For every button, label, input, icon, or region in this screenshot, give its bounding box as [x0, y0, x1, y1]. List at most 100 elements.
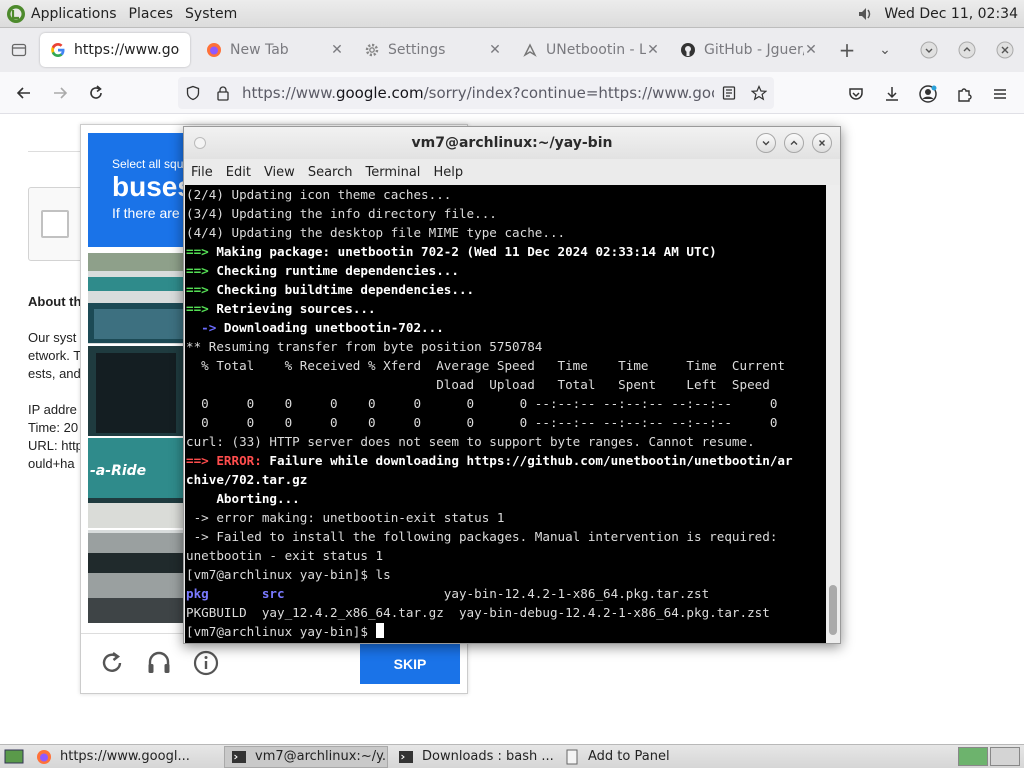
- url-text[interactable]: https://www.google.com/sorry/index?conti…: [238, 84, 714, 102]
- extensions-icon[interactable]: [946, 76, 982, 112]
- tab-settings[interactable]: Settings ✕: [354, 33, 512, 67]
- account-icon[interactable]: [910, 76, 946, 112]
- taskbar-item-firefox[interactable]: https://www.googl...: [30, 746, 220, 768]
- divider: [28, 151, 88, 152]
- forward-icon[interactable]: [42, 75, 78, 111]
- workspace-switcher: [956, 747, 1020, 766]
- tab-github[interactable]: GitHub - Jguer/ ✕: [670, 33, 828, 67]
- clock[interactable]: Wed Dec 11, 02:34: [884, 6, 1018, 22]
- menu-file[interactable]: File: [191, 165, 213, 180]
- info-icon[interactable]: [191, 648, 221, 678]
- workspace-2[interactable]: [990, 747, 1020, 766]
- close-icon[interactable]: [812, 133, 832, 153]
- reader-view-icon[interactable]: [714, 85, 744, 101]
- captcha-target: buses: [112, 171, 193, 202]
- pocket-icon[interactable]: [838, 76, 874, 112]
- page-text-line: etwork. T: [28, 348, 82, 363]
- minimize-icon[interactable]: [910, 28, 948, 72]
- close-icon[interactable]: ✕: [804, 42, 818, 58]
- terminal-line: [vm7@archlinux yay-bin]$: [186, 622, 826, 641]
- show-desktop-icon[interactable]: [4, 748, 24, 766]
- downloads-icon[interactable]: [874, 76, 910, 112]
- taskbar-item-terminal[interactable]: vm7@archlinux:~/y...: [224, 745, 388, 768]
- github-icon: [681, 43, 695, 57]
- terminal-line: chive/702.tar.gz: [186, 470, 826, 489]
- close-icon[interactable]: ✕: [330, 42, 344, 58]
- workspace-1[interactable]: [958, 747, 988, 766]
- tab-new-tab[interactable]: New Tab ✕: [196, 33, 354, 67]
- terminal-line: 0 0 0 0 0 0 0 0 --:--:-- --:--:-- --:--:…: [186, 413, 826, 432]
- menu-search[interactable]: Search: [308, 165, 353, 180]
- terminal-text-segment: (2/4) Updating icon theme caches...: [186, 187, 452, 202]
- terminal-line: ==> ERROR: Failure while downloading htt…: [186, 451, 826, 470]
- top-panel: Applications Places System Wed Dec 11, 0…: [0, 0, 1024, 28]
- terminal-text-segment: Aborting...: [186, 491, 300, 506]
- terminal-line: ==> Checking runtime dependencies...: [186, 261, 826, 280]
- minimize-icon[interactable]: [756, 133, 776, 153]
- terminal-text-segment: ** Resuming transfer from byte position …: [186, 339, 543, 354]
- tab-title: UNetbootin - L: [546, 42, 646, 58]
- captcha-image-grid[interactable]: -a-Ride: [88, 253, 198, 623]
- tab-title: New Tab: [230, 42, 289, 58]
- tab-unetbootin[interactable]: UNetbootin - L ✕: [512, 33, 670, 67]
- terminal-text-segment: ==>: [186, 244, 217, 259]
- list-all-tabs-icon[interactable]: ⌄: [866, 42, 904, 58]
- reload-icon[interactable]: [78, 75, 114, 111]
- terminal-line: ==> Checking buildtime dependencies...: [186, 280, 826, 299]
- terminal-line: (3/4) Updating the info directory file..…: [186, 204, 826, 223]
- skip-button[interactable]: SKIP: [360, 644, 460, 684]
- close-window-icon[interactable]: [986, 28, 1024, 72]
- terminal-titlebar[interactable]: vm7@archlinux:~/yay-bin: [184, 127, 840, 159]
- bottom-taskbar: https://www.googl... vm7@archlinux:~/y..…: [0, 744, 1024, 768]
- terminal-text-segment: Retrieving sources...: [216, 301, 376, 316]
- menu-help[interactable]: Help: [433, 165, 463, 180]
- taskbar-item-downloads[interactable]: Downloads : bash ...: [392, 746, 554, 768]
- lock-icon[interactable]: [208, 85, 238, 101]
- url-domain: google.com: [335, 84, 424, 102]
- tab-google[interactable]: https://www.google.: [40, 33, 190, 67]
- menu-view[interactable]: View: [264, 165, 295, 180]
- tab-list-icon[interactable]: [0, 28, 38, 72]
- back-icon[interactable]: [6, 75, 42, 111]
- scrollbar-thumb[interactable]: [829, 585, 837, 635]
- recaptcha-checkbox[interactable]: [41, 210, 69, 238]
- terminal-output[interactable]: (2/4) Updating icon theme caches... (3/4)…: [185, 185, 826, 643]
- terminal-line: 0 0 0 0 0 0 0 0 --:--:-- --:--:-- --:--:…: [186, 394, 826, 413]
- terminal-text-segment: chive/702.tar.gz: [186, 472, 308, 487]
- maximize-icon[interactable]: [948, 28, 986, 72]
- reload-challenge-icon[interactable]: [97, 648, 127, 678]
- taskbar-item-add-to-panel[interactable]: Add to Panel: [558, 746, 698, 768]
- taskbar-item-label: Downloads : bash ...: [422, 749, 554, 764]
- bookmark-star-icon[interactable]: [744, 85, 774, 101]
- terminal-line: pkg src yay-bin-12.4.2-1-x86_64.pkg.tar.…: [186, 584, 826, 603]
- maximize-icon[interactable]: [784, 133, 804, 153]
- window-menu-icon[interactable]: [194, 137, 206, 149]
- audio-challenge-icon[interactable]: [144, 648, 174, 678]
- browser-tab-strip: https://www.google. New Tab ✕ Settings ✕…: [0, 28, 1024, 72]
- unetbootin-icon: [523, 43, 537, 57]
- places-menu[interactable]: Places: [129, 6, 174, 22]
- mate-logo-icon[interactable]: [6, 4, 26, 24]
- navigation-bar: https://www.google.com/sorry/index?conti…: [0, 72, 1024, 114]
- about-heading: About thi: [28, 294, 86, 309]
- tracking-protection-icon[interactable]: [178, 85, 208, 101]
- terminal-menubar: File Edit View Search Terminal Help: [184, 159, 840, 185]
- menu-edit[interactable]: Edit: [226, 165, 251, 180]
- system-menu[interactable]: System: [185, 6, 237, 22]
- close-icon[interactable]: ✕: [646, 42, 660, 58]
- applications-menu[interactable]: Applications: [31, 6, 117, 22]
- terminal-line: (4/4) Updating the desktop file MIME typ…: [186, 223, 826, 242]
- terminal-line: ** Resuming transfer from byte position …: [186, 337, 826, 356]
- terminal-text-segment: curl: (33) HTTP server does not seem to …: [186, 434, 755, 449]
- menu-terminal[interactable]: Terminal: [365, 165, 420, 180]
- close-icon[interactable]: ✕: [488, 42, 502, 58]
- volume-icon[interactable]: [856, 4, 876, 24]
- terminal-window[interactable]: vm7@archlinux:~/yay-bin File Edit View S…: [183, 126, 841, 644]
- terminal-line: unetbootin - exit status 1: [186, 546, 826, 565]
- google-icon: [51, 43, 65, 57]
- new-tab-icon[interactable]: +: [828, 38, 866, 62]
- url-bar[interactable]: https://www.google.com/sorry/index?conti…: [178, 77, 774, 109]
- terminal-scrollbar[interactable]: [826, 185, 840, 643]
- hamburger-menu-icon[interactable]: [982, 76, 1018, 112]
- recaptcha-checkbox-area: [28, 187, 88, 261]
